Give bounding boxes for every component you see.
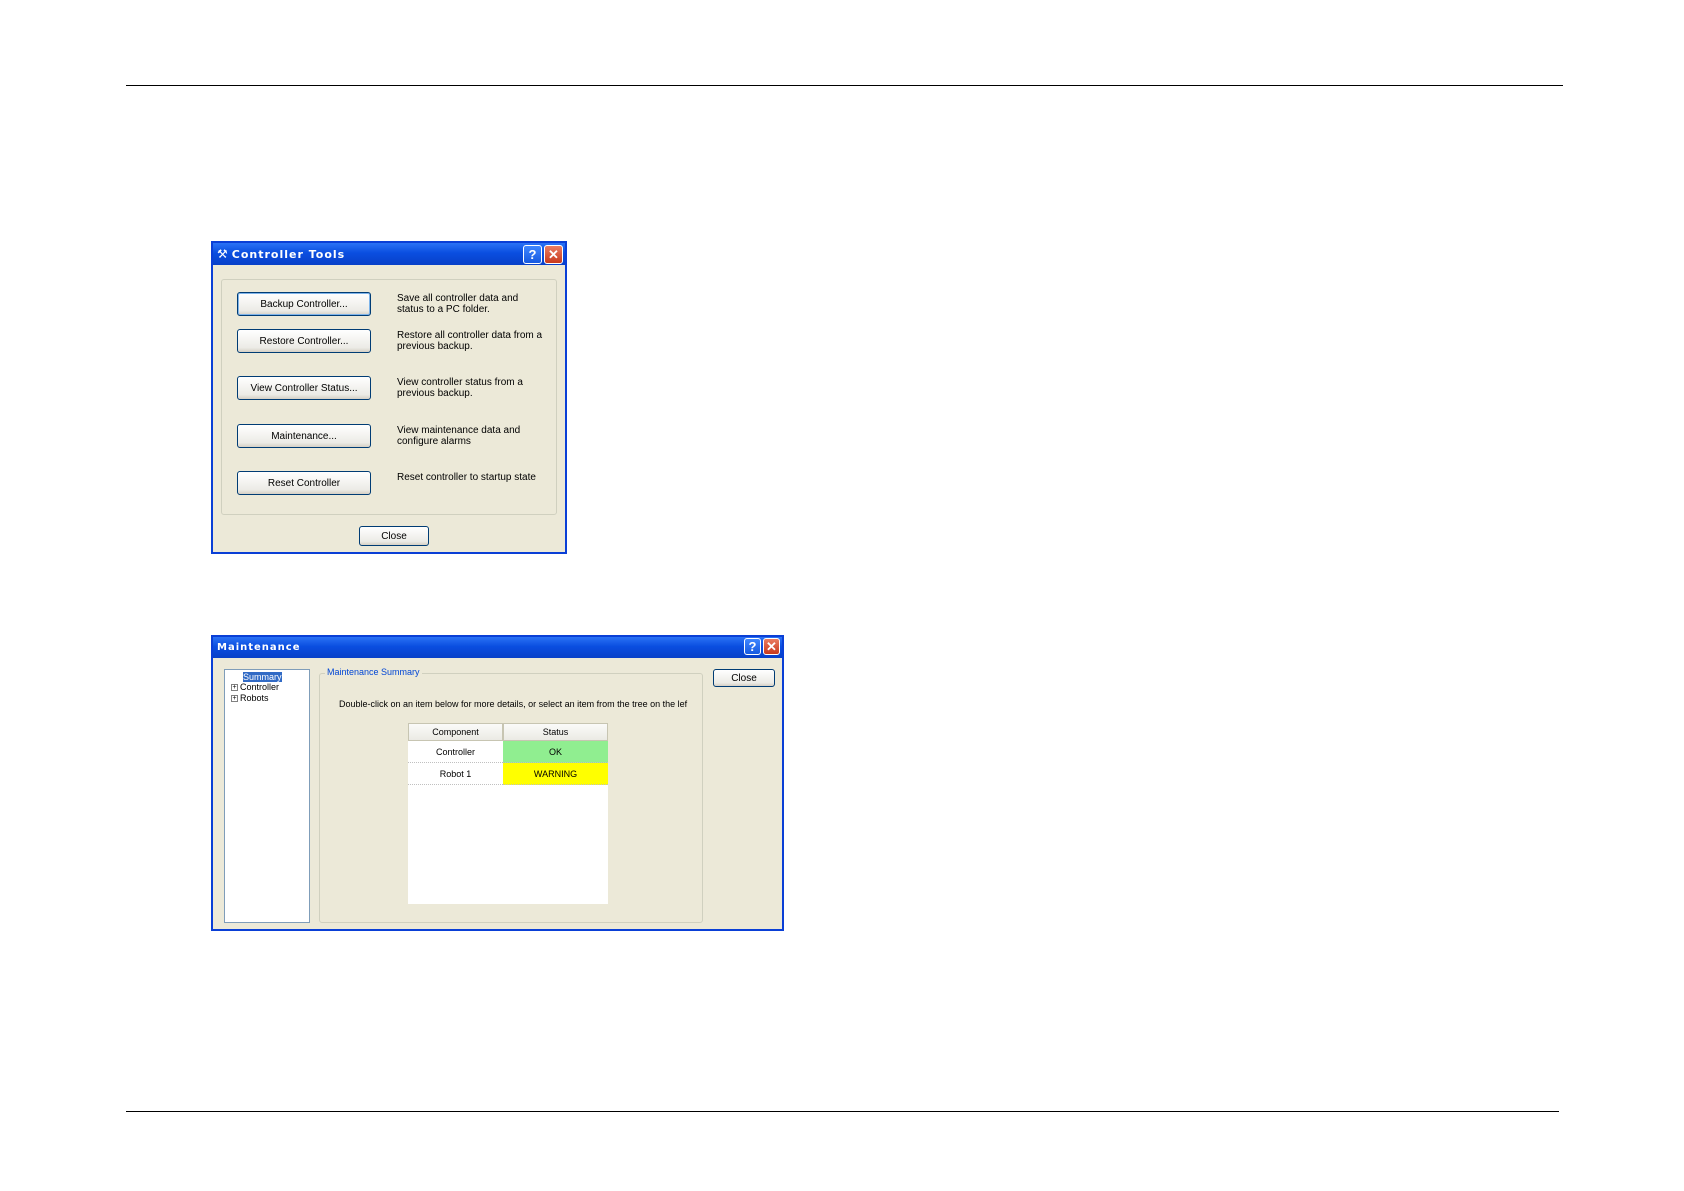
reset-controller-button[interactable]: Reset Controller	[237, 471, 371, 495]
bottom-rule	[126, 1111, 1559, 1112]
tree-item-label: Robots	[240, 693, 269, 703]
restore-controller-button[interactable]: Restore Controller...	[237, 329, 371, 353]
window-close-button[interactable]: ✕	[763, 638, 780, 655]
tree-item-label: Controller	[240, 682, 280, 692]
maintenance-title: Maintenance	[217, 642, 301, 653]
tree-item-robots[interactable]: + Robots	[231, 693, 269, 703]
maintenance-description: View maintenance data and configure alar…	[397, 425, 521, 447]
table-cell-status[interactable]: WARNING	[503, 763, 608, 785]
table-cell-component[interactable]: Robot 1	[408, 763, 503, 785]
summary-table: Component Status Controller OK Robot 1 W…	[408, 723, 608, 904]
maintenance-button[interactable]: Maintenance...	[237, 424, 371, 448]
expand-icon[interactable]: +	[231, 684, 238, 692]
close-button[interactable]: Close	[359, 526, 429, 546]
backup-controller-description: Save all controller data and status to a…	[397, 293, 519, 315]
backup-controller-button[interactable]: Backup Controller...	[237, 292, 371, 316]
top-rule	[126, 85, 1563, 86]
column-header-component[interactable]: Component	[408, 723, 503, 741]
reset-controller-description: Reset controller to startup state	[397, 472, 536, 483]
table-cell-component[interactable]: Controller	[408, 741, 503, 763]
maintenance-tree[interactable]: Summary + Controller + Robots	[224, 669, 310, 923]
view-controller-status-button[interactable]: View Controller Status...	[237, 376, 371, 400]
view-controller-status-description: View controller status from a previous b…	[397, 377, 523, 399]
controller-tools-title: Controller Tools	[231, 247, 346, 261]
table-cell-status[interactable]: OK	[503, 741, 608, 763]
tree-item-controller[interactable]: + Controller	[231, 682, 279, 692]
column-header-status[interactable]: Status	[503, 723, 608, 741]
maintenance-titlebar: Maintenance ? ✕	[213, 637, 782, 658]
close-button[interactable]: Close	[713, 669, 775, 687]
help-button[interactable]: ?	[523, 245, 542, 264]
maintenance-window: Maintenance ? ✕ Summary + Controller + Rob…	[211, 635, 784, 931]
controller-tools-titlebar: ⚒ Controller Tools ? ✕	[213, 243, 565, 265]
tools-icon: ⚒	[217, 247, 228, 261]
help-button[interactable]: ?	[744, 638, 761, 655]
tree-item-label: Summary	[243, 672, 282, 682]
instructions-text: Double-click on an item below for more d…	[339, 699, 688, 709]
tree-item-summary[interactable]: Summary	[243, 672, 282, 682]
window-close-button[interactable]: ✕	[544, 245, 563, 264]
restore-controller-description: Restore all controller data from a previ…	[397, 330, 543, 352]
expand-icon[interactable]: +	[231, 695, 238, 703]
controller-tools-window: ⚒ Controller Tools ? ✕ Backup Controller…	[211, 241, 567, 554]
group-title: Maintenance Summary	[325, 667, 422, 677]
